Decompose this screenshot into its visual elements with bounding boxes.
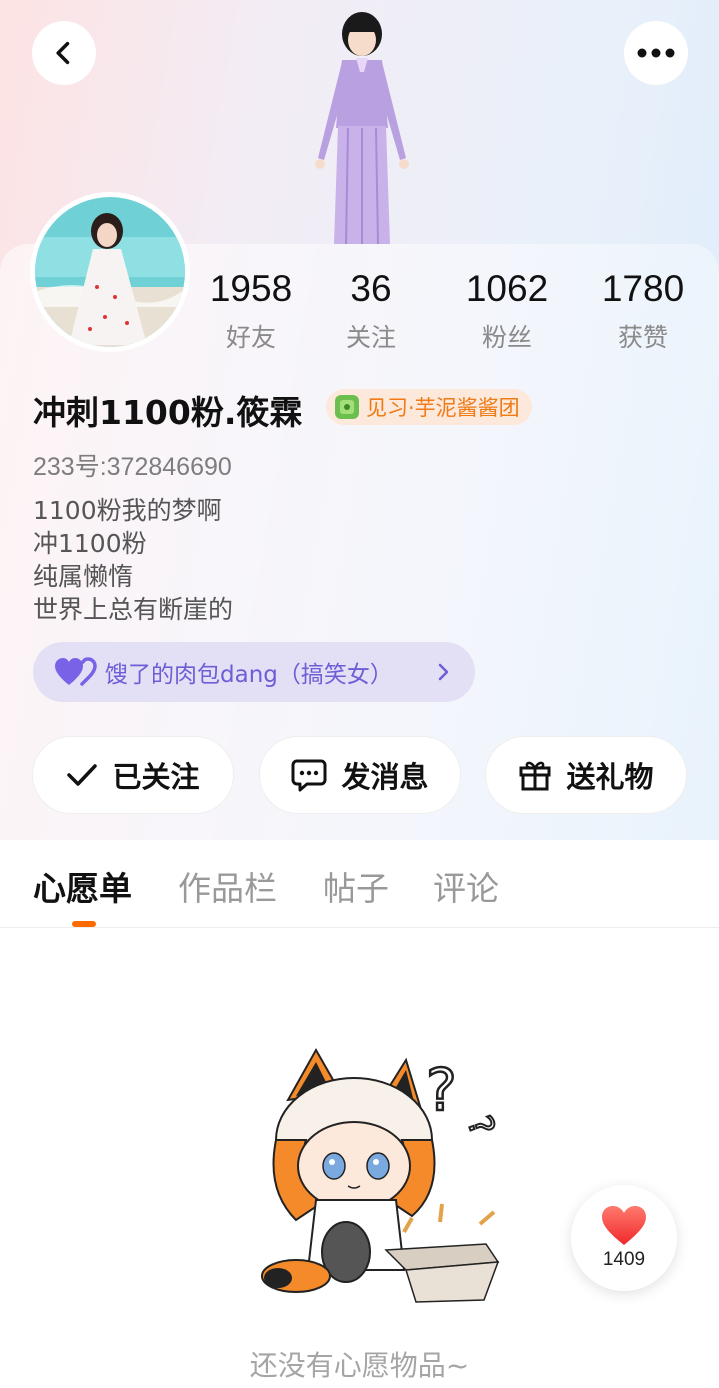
stat-value: 36 xyxy=(350,268,392,309)
user-id: 233号:372846690 xyxy=(33,453,232,481)
chevron-left-icon xyxy=(56,41,70,65)
gift-icon xyxy=(519,761,551,791)
back-button[interactable] xyxy=(32,21,96,85)
username: 冲刺1100粉.筱霖 xyxy=(33,393,303,432)
empty-state-text: 还没有心愿物品~ xyxy=(249,1349,470,1382)
stat-value: 1780 xyxy=(601,268,685,309)
like-button[interactable]: 1409 xyxy=(571,1185,677,1291)
tab-posts[interactable]: 帖子 xyxy=(323,862,389,910)
double-heart-icon xyxy=(55,657,97,686)
bio: 1100粉我的梦啊 冲1100粉 纯属懒惰 世界上总有断崖的 xyxy=(33,494,233,626)
followed-button[interactable]: 已关注 xyxy=(32,736,234,814)
followed-button-label: 已关注 xyxy=(112,760,200,794)
chat-bubble-icon xyxy=(291,759,327,792)
avatar-photo xyxy=(35,197,185,347)
stat-label: 粉丝 xyxy=(481,323,532,352)
heart-icon xyxy=(602,1206,646,1245)
message-button[interactable]: 发消息 xyxy=(259,736,461,814)
svg-text:?: ? xyxy=(426,1056,457,1124)
tab-works[interactable]: 作品栏 xyxy=(178,862,277,910)
fan-club-badge[interactable]: 见习·芋泥酱酱团 xyxy=(326,389,532,425)
check-icon xyxy=(67,764,98,786)
tab-wishlist[interactable]: 心愿单 xyxy=(33,862,132,910)
bio-line: 世界上总有断崖的 xyxy=(33,595,234,624)
stat-friends[interactable]: 1958 好友 xyxy=(191,266,311,354)
like-count: 1409 xyxy=(602,1249,646,1270)
active-tab-indicator xyxy=(72,921,96,927)
stat-label: 好友 xyxy=(225,323,276,352)
avatar[interactable] xyxy=(30,192,190,352)
stat-following[interactable]: 36 关注 xyxy=(311,266,431,354)
stat-label: 关注 xyxy=(345,323,396,352)
club-emblem-icon xyxy=(335,395,359,419)
gift-button-label: 送礼物 xyxy=(566,760,654,794)
tab-comments[interactable]: 评论 xyxy=(433,862,499,910)
chevron-right-icon xyxy=(438,663,449,681)
stat-fans[interactable]: 1062 粉丝 xyxy=(447,266,567,354)
avatar-3d-model[interactable] xyxy=(290,8,430,248)
bio-line: 纯属懒惰 xyxy=(33,562,134,591)
bio-line: 1100粉我的梦啊 xyxy=(33,496,222,525)
message-button-label: 发消息 xyxy=(341,760,429,794)
cp-name: 馊了的肉包dang（搞笑女） xyxy=(105,662,393,688)
empty-state-illustration: ? ? xyxy=(261,1047,503,1303)
stat-likes[interactable]: 1780 获赞 xyxy=(583,266,703,354)
more-dots-icon xyxy=(637,48,675,58)
bio-line: 冲1100粉 xyxy=(33,529,147,558)
cp-relationship-pill[interactable]: 馊了的肉包dang（搞笑女） xyxy=(33,642,475,702)
tab-bar: 心愿单 作品栏 帖子 评论 xyxy=(0,840,719,928)
stat-value: 1958 xyxy=(209,268,293,309)
more-button[interactable] xyxy=(624,21,688,85)
badge-label: 见习·芋泥酱酱团 xyxy=(366,396,520,420)
stat-label: 获赞 xyxy=(617,323,668,352)
gift-button[interactable]: 送礼物 xyxy=(485,736,687,814)
svg-text:?: ? xyxy=(459,1111,503,1142)
stat-value: 1062 xyxy=(465,268,549,309)
